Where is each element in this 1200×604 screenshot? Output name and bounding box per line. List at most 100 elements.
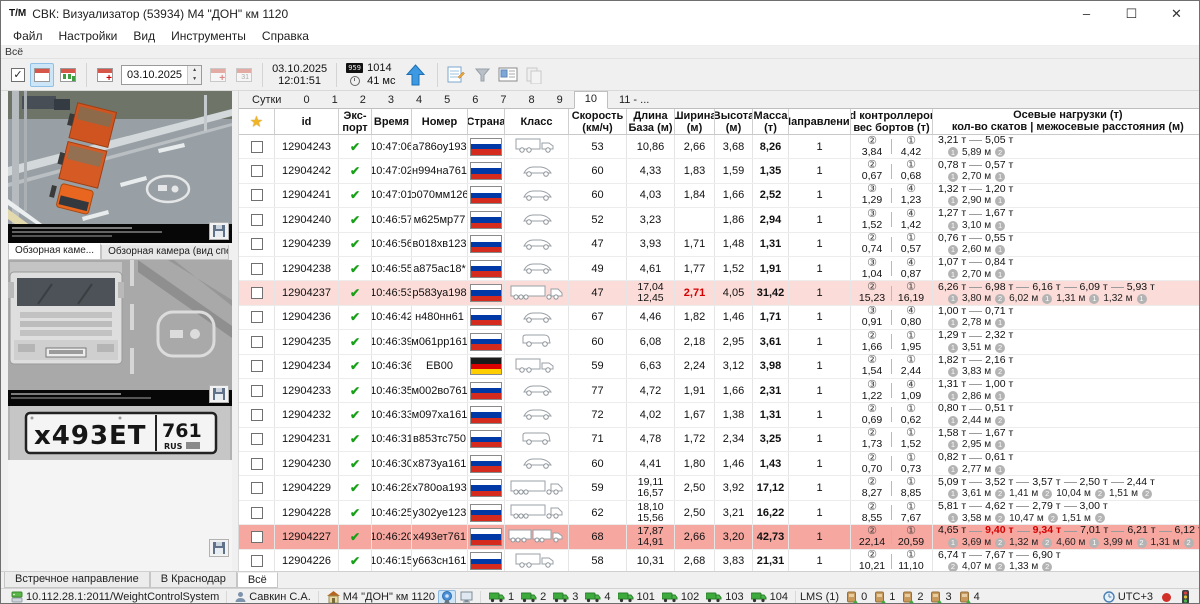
table-row[interactable]: 12904227✔10:46:20х493ет7616817,8714,912,… xyxy=(239,525,1200,549)
menu-item-Вид[interactable]: Вид xyxy=(125,26,163,46)
row-checkbox[interactable] xyxy=(251,531,263,543)
card-view-button[interactable] xyxy=(496,63,520,87)
table-row[interactable]: 12904243✔10:47:06а786оу1935310,862,663,6… xyxy=(239,135,1200,159)
menu-item-Инструменты[interactable]: Инструменты xyxy=(163,26,254,46)
row-checkbox[interactable] xyxy=(251,189,263,201)
table-row[interactable]: 12904232✔10:46:33м097ха161724,021,671,38… xyxy=(239,403,1200,427)
row-checkbox[interactable] xyxy=(251,311,263,323)
column-header-8[interactable]: ДлинаБаза (м) xyxy=(627,109,675,134)
column-header-3[interactable]: Время xyxy=(372,109,412,134)
row-checkbox[interactable] xyxy=(251,507,263,519)
column-header-6[interactable]: Класс xyxy=(505,109,569,134)
menu-item-Файл[interactable]: Файл xyxy=(5,26,51,46)
hour-tab-2[interactable]: 2 xyxy=(349,92,377,108)
calendar-prev-button[interactable] xyxy=(206,63,230,87)
calendar-month-button[interactable] xyxy=(232,63,256,87)
hour-tab-6[interactable]: 6 xyxy=(461,92,489,108)
row-checkbox[interactable] xyxy=(251,360,263,372)
table-row[interactable]: 12904228✔10:46:25у302уе1236218,1015,562,… xyxy=(239,501,1200,525)
table-row[interactable]: 12904233✔10:46:35м002во761774,721,911,66… xyxy=(239,379,1200,403)
save-image-button[interactable] xyxy=(209,222,229,240)
row-checkbox[interactable] xyxy=(251,214,263,226)
monitor-icon[interactable] xyxy=(460,591,473,603)
hour-tab-4[interactable]: 4 xyxy=(405,92,433,108)
camera-toggle[interactable] xyxy=(438,590,456,604)
table-row[interactable]: 12904240✔10:46:57м625мр77523,231,862,941… xyxy=(239,208,1200,232)
column-header-0[interactable]: ★ xyxy=(239,109,275,134)
column-header-2[interactable]: Экс-порт xyxy=(339,109,372,134)
table-row[interactable]: 12904236✔10:46:42н480нн61674,461,821,461… xyxy=(239,306,1200,330)
hour-tab-Сутки[interactable]: Сутки xyxy=(241,92,292,108)
row-select-cell xyxy=(239,501,275,524)
axle-spacing-value: 3,10 м xyxy=(962,220,991,232)
calendar-report-button[interactable] xyxy=(56,63,80,87)
row-checkbox[interactable] xyxy=(251,555,263,567)
hour-tab-11 - ...[interactable]: 11 - ... xyxy=(608,92,660,108)
table-row[interactable]: 12904234✔10:46:36ЕВ00596,632,243,123,981… xyxy=(239,355,1200,379)
row-checkbox[interactable] xyxy=(251,165,263,177)
column-header-7[interactable]: Скорость(км/ч) xyxy=(569,109,627,134)
axle-info: 5,09 т3,52 т3,57 т2,50 т2,44 т13,61 м21,… xyxy=(933,477,1200,500)
scroll-to-top-button[interactable] xyxy=(406,64,425,86)
select-checkbox[interactable]: ✓ xyxy=(11,68,25,82)
row-checkbox[interactable] xyxy=(251,263,263,275)
row-checkbox[interactable] xyxy=(251,433,263,445)
table-row[interactable]: 12904231✔10:46:31в853тс750714,781,722,34… xyxy=(239,428,1200,452)
column-header-1[interactable]: id xyxy=(275,109,339,134)
menu-item-Настройки[interactable]: Настройки xyxy=(51,26,126,46)
menu-item-Справка[interactable]: Справка xyxy=(254,26,317,46)
direction-tab-Всё[interactable]: Всё xyxy=(237,572,278,588)
column-header-11[interactable]: Масса(т) xyxy=(753,109,789,134)
filter-button[interactable] xyxy=(470,63,494,87)
edit-list-button[interactable] xyxy=(444,63,468,87)
column-header-12[interactable]: Направление xyxy=(789,109,851,134)
date-spinner[interactable]: ▲▼ xyxy=(187,66,201,84)
row-checkbox[interactable] xyxy=(251,336,263,348)
direction-tab-В Краснодар[interactable]: В Краснодар xyxy=(150,572,237,588)
table-row[interactable]: 12904241✔10:47:01о070мм126604,031,841,66… xyxy=(239,184,1200,208)
column-header-4[interactable]: Номер xyxy=(412,109,468,134)
date-field[interactable]: 03.10.2025 ▲▼ xyxy=(121,65,202,85)
row-checkbox[interactable] xyxy=(251,385,263,397)
table-row[interactable]: 12904230✔10:46:30х873уа161604,411,801,46… xyxy=(239,452,1200,476)
maximize-button[interactable]: ☐ xyxy=(1109,1,1154,26)
row-checkbox[interactable] xyxy=(251,458,263,470)
camera-tab-overview[interactable]: Обзорная каме... xyxy=(8,243,101,260)
table-row[interactable]: 12904242✔10:47:02н994на761604,331,831,59… xyxy=(239,159,1200,183)
hour-tab-3[interactable]: 3 xyxy=(377,92,405,108)
table-row[interactable]: 12904235✔10:46:39м061рр161606,082,182,95… xyxy=(239,330,1200,354)
table-row[interactable]: 12904239✔10:46:56в018хв123473,931,711,48… xyxy=(239,233,1200,257)
column-header-13[interactable]: id контроллероввес бортов (т) xyxy=(851,109,933,134)
camera-tab-front[interactable]: Обзорная камера (вид спереди; ... xyxy=(101,245,229,260)
hour-tab-10[interactable]: 10 xyxy=(574,91,608,109)
save-image-button[interactable] xyxy=(209,539,229,557)
column-header-14[interactable]: Осевые нагрузки (т)кол-во скатов | межос… xyxy=(933,109,1200,134)
copy-button[interactable] xyxy=(522,63,546,87)
row-checkbox[interactable] xyxy=(251,482,263,494)
minimize-button[interactable]: – xyxy=(1064,1,1109,26)
calendar-select-button[interactable] xyxy=(93,63,117,87)
table-row[interactable]: 12904238✔10:46:55а875ас18*494,611,771,52… xyxy=(239,257,1200,281)
hour-tab-8[interactable]: 8 xyxy=(517,92,545,108)
row-checkbox[interactable] xyxy=(251,409,263,421)
direction-tab-Встречное направление[interactable]: Встречное направление xyxy=(4,572,150,588)
hour-tab-9[interactable]: 9 xyxy=(546,92,574,108)
calendar-day-button[interactable] xyxy=(30,63,54,87)
hour-tab-1[interactable]: 1 xyxy=(321,92,349,108)
save-image-button[interactable] xyxy=(209,385,229,403)
table-row[interactable]: 12904229✔10:46:28х780оа1935919,1116,572,… xyxy=(239,476,1200,500)
controllers-cell: ③1,29④1,23 xyxy=(851,184,933,207)
hour-tab-7[interactable]: 7 xyxy=(489,92,517,108)
close-button[interactable]: ✕ xyxy=(1154,1,1199,26)
axle-loads-line: 6,74 т7,67 т6,90 т xyxy=(938,550,1200,562)
column-header-10[interactable]: Высота(м) xyxy=(715,109,753,134)
table-row[interactable]: 12904237✔10:46:53р583уа1984717,0412,452,… xyxy=(239,281,1200,305)
hour-tab-5[interactable]: 5 xyxy=(433,92,461,108)
table-row[interactable]: 12904226✔10:46:15у663сн1615810,312,683,8… xyxy=(239,550,1200,571)
row-checkbox[interactable] xyxy=(251,287,263,299)
column-header-9[interactable]: Ширина(м) xyxy=(675,109,715,134)
column-header-5[interactable]: Страна xyxy=(468,109,505,134)
row-checkbox[interactable] xyxy=(251,238,263,250)
hour-tab-0[interactable]: 0 xyxy=(292,92,320,108)
row-checkbox[interactable] xyxy=(251,141,263,153)
